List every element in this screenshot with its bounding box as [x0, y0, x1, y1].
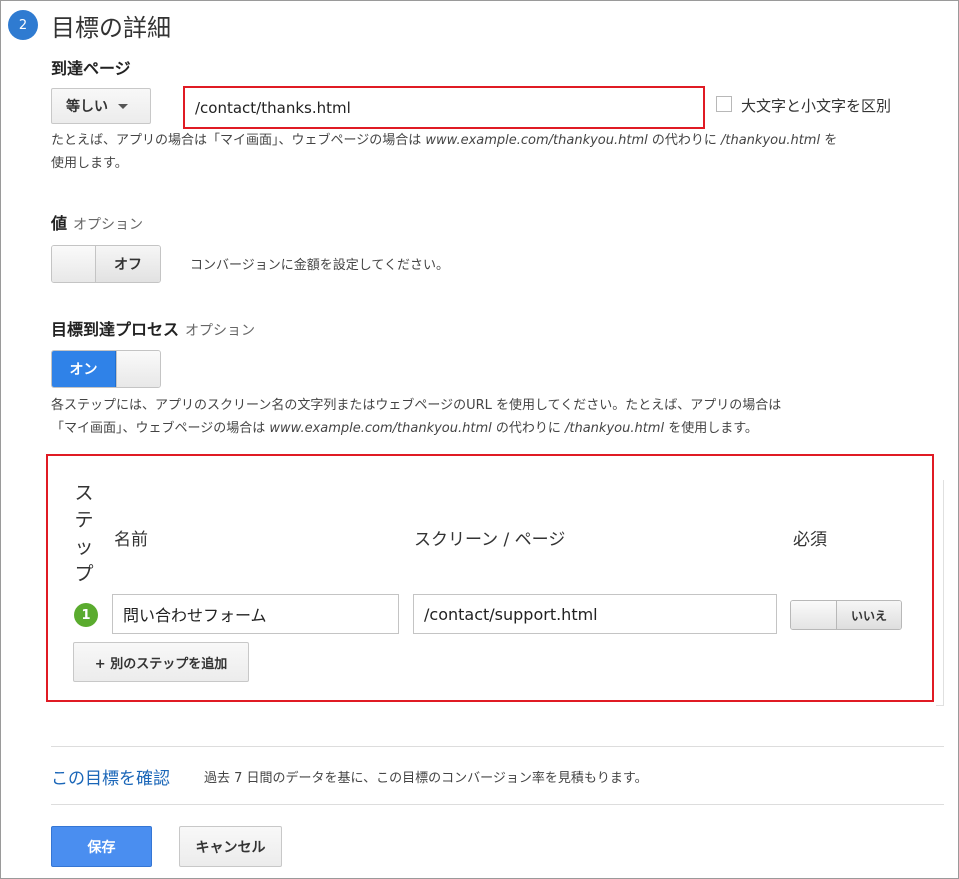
cancel-button[interactable]: キャンセル — [179, 826, 282, 867]
toggle-knob — [791, 601, 837, 629]
step-number-badge: 1 — [74, 603, 98, 627]
funnel-toggle[interactable]: オン — [51, 350, 161, 388]
funnel-optional-label: オプション — [185, 323, 256, 339]
help-example-url: www.example.com/thankyou.html — [425, 133, 648, 148]
destination-label: 到達ページ — [51, 59, 131, 78]
destination-url-input[interactable]: /contact/thanks.html — [183, 86, 705, 129]
step-required-toggle[interactable]: いいえ — [790, 600, 902, 630]
help-example-path: /thankyou.html — [565, 421, 665, 436]
chevron-down-icon — [118, 103, 128, 109]
value-toggle[interactable]: オフ — [51, 245, 161, 283]
value-toggle-state: オフ — [96, 246, 160, 282]
divider — [51, 804, 944, 805]
value-description: コンバージョンに金額を設定してください。 — [190, 258, 449, 273]
match-type-value: 等しい — [66, 99, 108, 115]
help-example-path: /thankyou.html — [721, 133, 821, 148]
divider — [51, 746, 944, 747]
funnel-label: 目標到達プロセス オプション — [51, 320, 256, 339]
steps-panel-edge — [936, 480, 944, 706]
value-optional-label: オプション — [73, 217, 144, 233]
screen-column-header: スクリーン / ページ — [414, 530, 566, 550]
step-required-state: いいえ — [837, 601, 901, 629]
verify-description: 過去 7 日間のデータを基に、この目標のコンバージョン率を見積もります。 — [204, 771, 648, 786]
case-sensitive-checkbox[interactable] — [716, 96, 732, 112]
value-label: 値オプション — [51, 214, 144, 233]
help-example-url: www.example.com/thankyou.html — [269, 421, 492, 436]
save-button[interactable]: 保存 — [51, 826, 152, 867]
toggle-knob — [52, 246, 96, 282]
funnel-toggle-state: オン — [52, 351, 116, 387]
match-type-dropdown[interactable]: 等しい — [51, 88, 151, 124]
step-screen-input[interactable]: /contact/support.html — [413, 594, 777, 634]
section-title: 目標の詳細 — [51, 14, 171, 42]
step-name-input[interactable]: 問い合わせフォーム — [112, 594, 399, 634]
required-column-header: 必須 — [793, 530, 827, 550]
destination-help-text: たとえば、アプリの場合は「マイ画面」、ウェブページの場合は www.exampl… — [51, 133, 838, 171]
funnel-help-text: 各ステップには、アプリのスクリーン名の文字列またはウェブページのURL を使用し… — [51, 398, 782, 436]
add-step-button[interactable]: + 別のステップを追加 — [73, 642, 249, 682]
toggle-knob — [116, 351, 160, 387]
step-column-header: ス テ ッ プ — [74, 482, 94, 585]
case-sensitive-label: 大文字と小文字を区別 — [741, 97, 892, 115]
name-column-header: 名前 — [114, 530, 148, 550]
section-step-badge: 2 — [8, 10, 38, 40]
verify-goal-link[interactable]: この目標を確認 — [51, 764, 170, 789]
